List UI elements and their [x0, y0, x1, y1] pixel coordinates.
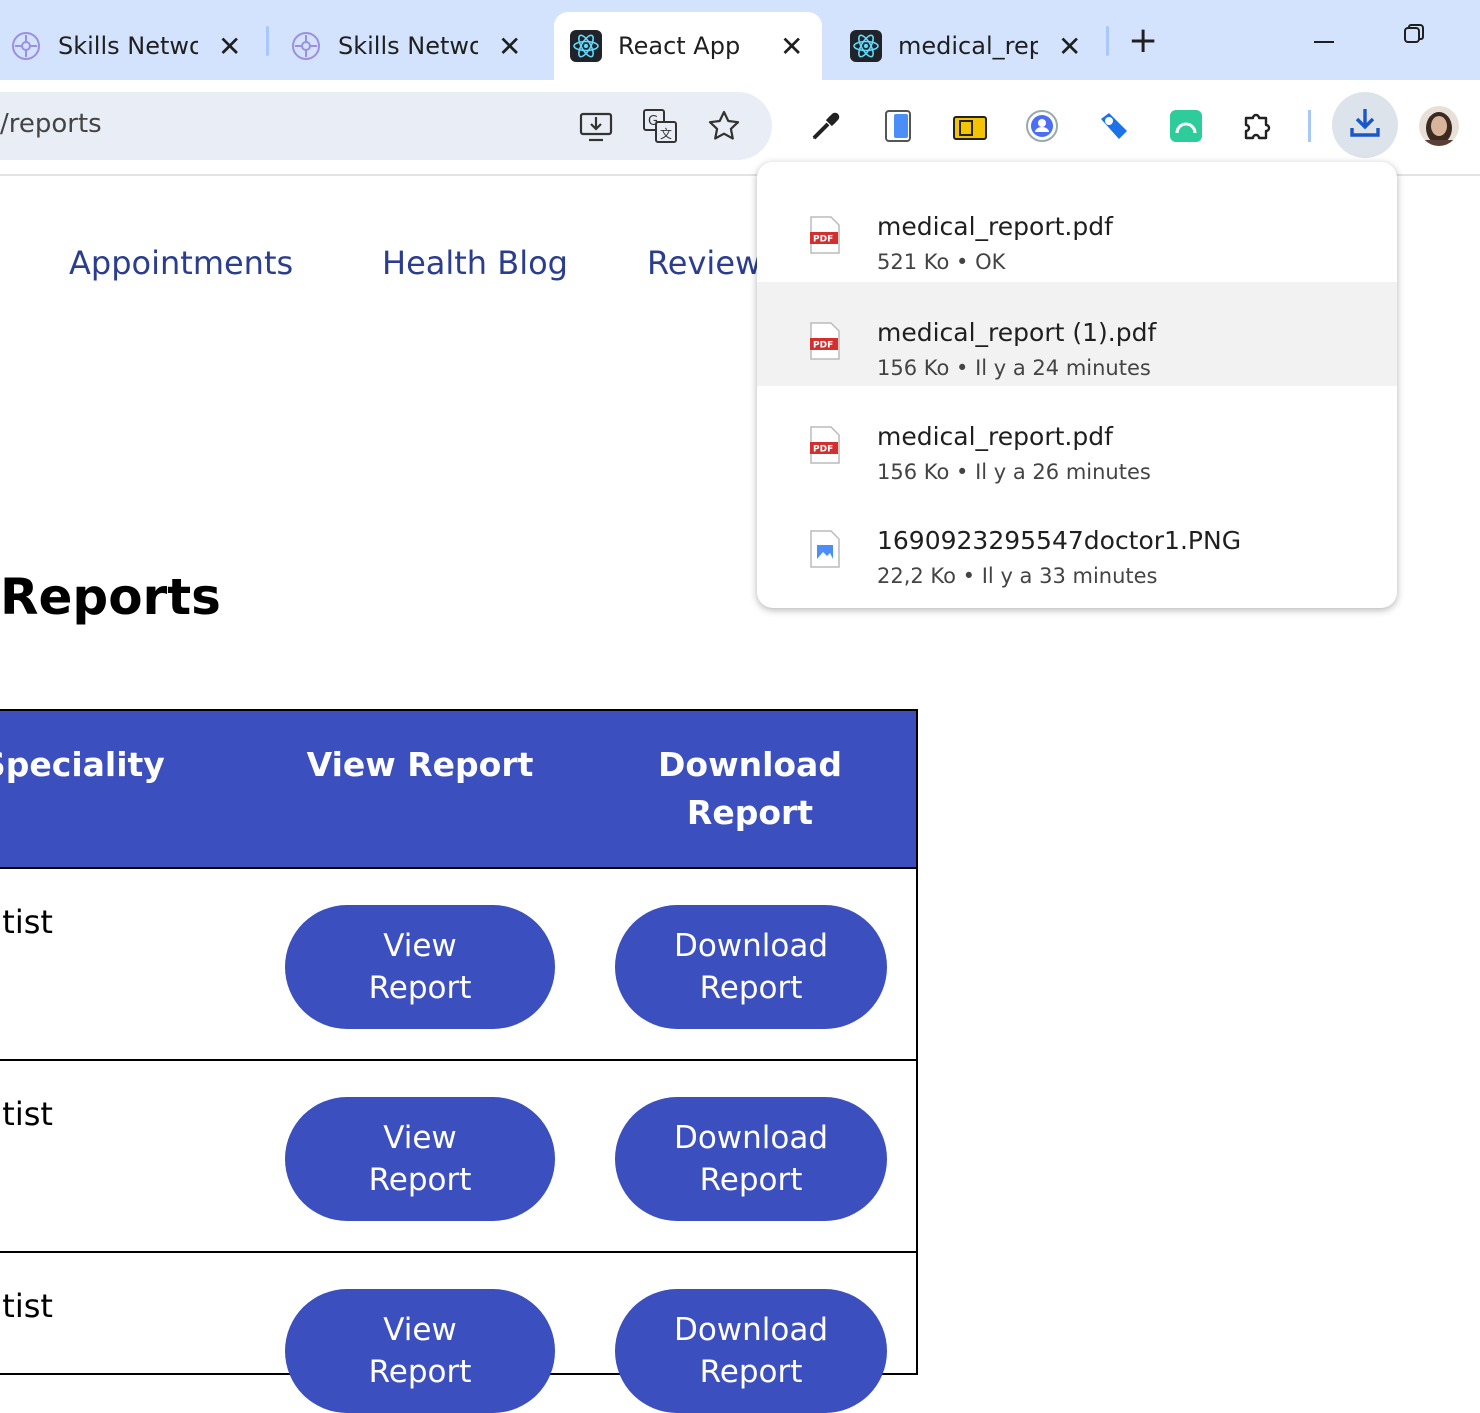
- header-download-report: Download Report: [658, 745, 842, 832]
- tab-label: Skills Networ: [338, 32, 478, 60]
- tab-label: Skills Networ: [58, 32, 198, 60]
- svg-text:PDF: PDF: [813, 341, 833, 351]
- device-extension-icon[interactable]: [878, 106, 918, 146]
- translate-icon[interactable]: G文: [642, 108, 678, 144]
- download-file-meta: 521 Ko • OK: [877, 250, 1006, 274]
- svg-text:G: G: [648, 114, 658, 129]
- downloads-panel: PDF medical_report.pdf 521 Ko • OK PDF m…: [757, 162, 1397, 608]
- view-report-button[interactable]: View Report: [285, 905, 555, 1029]
- close-tab-icon[interactable]: ✕: [780, 30, 803, 63]
- close-tab-icon[interactable]: ✕: [218, 30, 241, 63]
- download-file-meta: 22,2 Ko • Il y a 33 minutes: [877, 564, 1158, 588]
- speciality-cell: ntist: [0, 903, 53, 941]
- header-view-report: View Report: [306, 745, 534, 784]
- tab-label: React App: [618, 32, 741, 60]
- extensions-puzzle-icon[interactable]: [1238, 106, 1278, 146]
- toolbar-separator: [1308, 110, 1311, 142]
- folder-extension-icon[interactable]: [950, 106, 990, 146]
- download-item[interactable]: PDF medical_report.pdf 156 Ko • Il y a 2…: [757, 386, 1397, 490]
- profile-extension-icon[interactable]: [1022, 106, 1062, 146]
- table-row: ntist View Report Download Report: [0, 869, 916, 1061]
- view-report-button[interactable]: View Report: [285, 1097, 555, 1221]
- close-tab-icon[interactable]: ✕: [498, 30, 521, 63]
- table-row: ntist View Report Download Report: [0, 1253, 916, 1413]
- svg-text:PDF: PDF: [813, 445, 833, 455]
- profile-avatar[interactable]: [1419, 106, 1459, 146]
- pdf-file-icon: PDF: [809, 426, 841, 464]
- table-row: ntist View Report Download Report: [0, 1061, 916, 1253]
- address-bar[interactable]: /reports G文: [0, 92, 772, 160]
- tab-medical-report[interactable]: medical_repo ✕: [850, 12, 1100, 80]
- pdf-file-icon: PDF: [809, 322, 841, 360]
- download-icon: [1348, 106, 1382, 144]
- install-app-icon[interactable]: [578, 108, 614, 144]
- tab-separator: [1106, 26, 1109, 56]
- skills-network-icon: [290, 30, 322, 62]
- download-file-meta: 156 Ko • Il y a 26 minutes: [877, 460, 1151, 484]
- tag-extension-icon[interactable]: [1094, 106, 1134, 146]
- download-file-name: medical_report.pdf: [877, 422, 1113, 451]
- header-speciality: Speciality: [0, 745, 165, 784]
- skills-network-icon: [10, 30, 42, 62]
- download-file-name: medical_report.pdf: [877, 212, 1113, 241]
- address-bar-url: /reports: [0, 109, 102, 139]
- download-file-name: medical_report (1).pdf: [877, 318, 1157, 347]
- tab-skills-network-2[interactable]: Skills Networ ✕: [290, 12, 540, 80]
- download-item[interactable]: PDF medical_report (1).pdf 156 Ko • Il y…: [757, 282, 1397, 386]
- tab-label: medical_repo: [898, 32, 1038, 60]
- download-file-meta: 156 Ko • Il y a 24 minutes: [877, 356, 1151, 380]
- speciality-cell: ntist: [0, 1095, 53, 1133]
- eyedropper-extension-icon[interactable]: [806, 106, 846, 146]
- new-tab-button[interactable]: +: [1128, 20, 1158, 61]
- close-tab-icon[interactable]: ✕: [1058, 30, 1081, 63]
- view-report-button[interactable]: View Report: [285, 1289, 555, 1413]
- downloads-button[interactable]: [1332, 92, 1398, 158]
- minimize-icon[interactable]: [1312, 20, 1336, 53]
- download-file-name: 1690923295547doctor1.PNG: [877, 526, 1242, 555]
- react-icon: [850, 30, 882, 62]
- tab-skills-network-1[interactable]: Skills Networ ✕: [10, 12, 260, 80]
- nav-link-appointments[interactable]: Appointments: [69, 244, 293, 282]
- tab-strip: Skills Networ ✕ Skills Networ ✕ React Ap…: [0, 0, 1480, 80]
- nav-link-health-blog[interactable]: Health Blog: [382, 244, 568, 282]
- restore-window-icon[interactable]: [1402, 20, 1426, 53]
- react-icon: [570, 30, 602, 62]
- download-report-button[interactable]: Download Report: [615, 905, 887, 1029]
- tab-separator: [266, 26, 269, 56]
- download-item[interactable]: PDF medical_report.pdf 521 Ko • OK: [757, 176, 1397, 280]
- speciality-cell: ntist: [0, 1287, 53, 1325]
- download-report-button[interactable]: Download Report: [615, 1289, 887, 1413]
- svg-text:PDF: PDF: [813, 235, 833, 245]
- bookmark-star-icon[interactable]: [706, 108, 742, 144]
- green-extension-icon[interactable]: [1166, 106, 1206, 146]
- table-header: Speciality View Report Download Report: [0, 711, 916, 869]
- tab-react-app[interactable]: React App ✕: [554, 12, 822, 80]
- image-file-icon: [809, 530, 841, 568]
- page-title: Reports: [0, 568, 221, 626]
- pdf-file-icon: PDF: [809, 216, 841, 254]
- download-item[interactable]: 1690923295547doctor1.PNG 22,2 Ko • Il y …: [757, 490, 1397, 594]
- svg-text:文: 文: [660, 126, 672, 141]
- reports-table: Speciality View Report Download Report n…: [0, 709, 918, 1413]
- download-report-button[interactable]: Download Report: [615, 1097, 887, 1221]
